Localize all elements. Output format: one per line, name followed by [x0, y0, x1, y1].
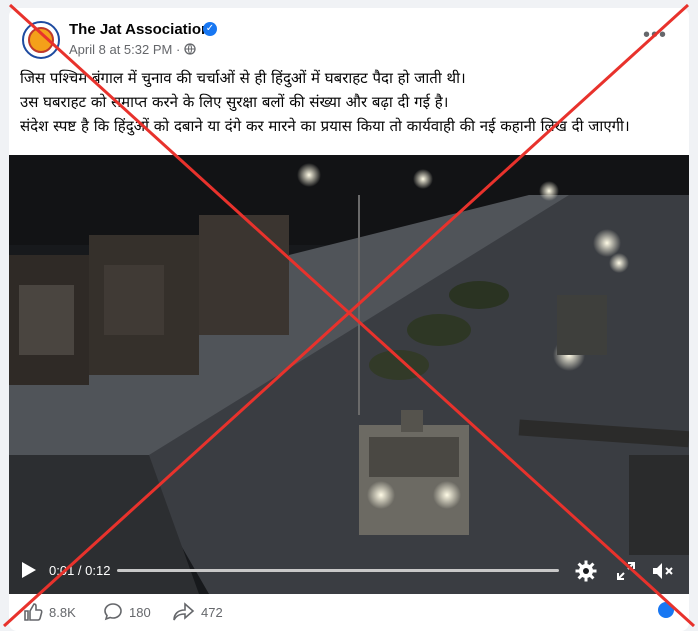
post-card: The Jat Association ✓ April 8 at 5:32 PM… — [9, 8, 689, 631]
post-date[interactable]: April 8 at 5:32 PM — [69, 42, 172, 57]
post-text-line: संदेश स्पष्ट है कि हिंदुओं को दबाने या द… — [20, 117, 630, 135]
video-frame — [9, 155, 689, 594]
share-icon — [173, 602, 195, 621]
video-time: 0:01 / 0:12 — [49, 563, 111, 578]
engagement-bar: 8.8K 180 472 — [9, 594, 689, 631]
fullscreen-icon[interactable] — [615, 560, 637, 582]
globe-icon — [184, 43, 196, 55]
video-controls: 0:01 / 0:12 — [9, 550, 689, 594]
post-meta: April 8 at 5:32 PM · — [69, 42, 196, 57]
like-icon — [24, 603, 43, 621]
post-text: जिस पश्चिम बंगाल में चुनाव की चर्चाओं से… — [20, 66, 680, 138]
share-button[interactable]: 472 — [173, 602, 223, 622]
comment-count: 180 — [129, 604, 151, 620]
comment-icon — [104, 603, 122, 621]
more-options-icon[interactable]: ••• — [643, 24, 667, 47]
post-text-line: उस घबराहट को समाप्त करने के लिए सुरक्षा … — [20, 93, 449, 111]
share-count: 472 — [201, 604, 223, 620]
like-count: 8.8K — [49, 604, 76, 620]
video-progress-bar[interactable] — [117, 569, 559, 572]
verified-badge-icon: ✓ — [203, 22, 217, 36]
comment-button[interactable]: 180 — [103, 602, 151, 622]
video-player[interactable]: 0:01 / 0:12 — [9, 155, 689, 594]
page-name[interactable]: The Jat Association — [69, 21, 210, 38]
settings-icon[interactable] — [575, 560, 597, 582]
post-text-line: जिस पश्चिम बंगाल में चुनाव की चर्चाओं से… — [20, 69, 466, 87]
play-icon[interactable] — [22, 562, 36, 578]
reaction-badge-icon — [656, 600, 676, 620]
separator-dot: · — [175, 42, 184, 57]
page-avatar[interactable] — [22, 21, 60, 59]
like-button[interactable]: 8.8K — [23, 602, 76, 622]
avatar-logo — [28, 27, 54, 53]
mute-icon[interactable] — [651, 560, 675, 582]
post-header: The Jat Association ✓ April 8 at 5:32 PM… — [9, 8, 689, 66]
